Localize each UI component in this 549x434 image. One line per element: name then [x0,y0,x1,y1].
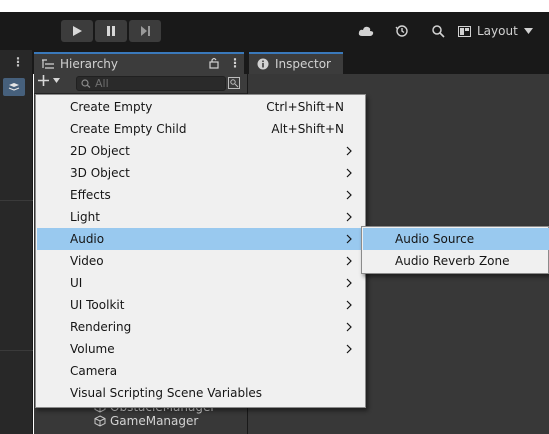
menu-item-3d-object[interactable]: 3D Object [37,162,364,184]
menu-item-label: UI [70,276,83,290]
history-icon [395,25,408,37]
scene-tools-button[interactable] [3,78,25,96]
menu-item-audio-source[interactable]: Audio Source [363,228,549,250]
menu-item-label: Volume [70,342,115,356]
playmode-controls [61,20,161,42]
list-item[interactable]: GameManager [94,414,198,428]
chevron-right-icon [346,344,352,354]
layout-dropdown[interactable]: Layout [458,21,533,41]
search-icon [81,79,91,88]
menu-item-2d-object[interactable]: 2D Object [37,140,364,162]
menu-item-label: UI Toolkit [70,298,125,312]
chevron-right-icon [346,146,352,156]
pause-icon [107,26,115,36]
hierarchy-toolbar: All [34,74,247,94]
filter-icon [228,77,240,89]
tab-inspector[interactable]: Inspector [249,52,343,74]
menu-item-camera[interactable]: Camera [37,360,364,382]
menu-item-label: 2D Object [70,144,130,158]
menu-item-shortcut: Alt+Shift+N [271,122,344,136]
menu-item-create-empty-child[interactable]: Create Empty Child Alt+Shift+N [37,118,364,140]
menu-item-label: Video [70,254,104,268]
plus-icon [38,75,49,86]
play-icon [73,26,82,36]
menu-item-label: Audio Reverb Zone [395,254,510,268]
tab-hierarchy-label: Hierarchy [60,57,119,71]
menu-item-video[interactable]: Video [37,250,364,272]
menu-item-ui[interactable]: UI [37,272,364,294]
menu-item-light[interactable]: Light [37,206,364,228]
create-menu: Create Empty Ctrl+Shift+N Create Empty Ch… [35,94,366,408]
more-icon[interactable]: ⋮ [12,55,24,69]
menu-item-effects[interactable]: Effects [37,184,364,206]
grid-line [0,350,33,351]
menu-item-audio[interactable]: Audio [37,228,364,250]
hierarchy-tab-tools: ⋮ [209,56,241,70]
cloud-icon [358,26,374,36]
audio-submenu: Audio Source Audio Reverb Zone [361,226,549,274]
layout-icon [458,25,471,37]
step-icon [141,26,150,36]
menu-item-label: Camera [70,364,118,378]
menu-item-label: 3D Object [70,166,130,180]
search-button[interactable] [428,21,448,41]
search-input[interactable]: All [76,76,226,91]
chevron-right-icon [346,234,352,244]
history-button[interactable] [392,21,412,41]
chevron-right-icon [346,190,352,200]
menu-item-label: Audio [70,232,105,246]
lock-icon[interactable] [209,57,219,69]
layout-label: Layout [477,24,518,38]
chevron-right-icon [346,256,352,266]
menu-item-label: Rendering [70,320,132,334]
menu-item-rendering[interactable]: Rendering [37,316,364,338]
search-options-button[interactable] [227,76,241,90]
menu-item-shortcut: Ctrl+Shift+N [266,100,344,114]
menu-item-create-empty[interactable]: Create Empty Ctrl+Shift+N [37,96,364,118]
pause-button[interactable] [95,20,127,42]
chevron-right-icon [346,300,352,310]
cube-icon [94,415,106,427]
menu-item-visual-scripting-scene-variables[interactable]: Visual Scripting Scene Variables [37,382,364,404]
list-item-label: GameManager [110,414,199,428]
info-icon [257,58,269,70]
cloud-button[interactable] [356,21,376,41]
menu-item-label: Audio Source [395,232,475,246]
menu-item-ui-toolkit[interactable]: UI Toolkit [37,294,364,316]
search-icon [432,25,445,38]
chevron-right-icon [346,212,352,222]
play-button[interactable] [61,20,93,42]
grid-line [0,200,33,201]
main-toolbar: Layout [0,12,549,50]
chevron-right-icon [346,322,352,332]
chevron-right-icon [346,168,352,178]
hierarchy-icon [42,59,54,69]
step-button[interactable] [129,20,161,42]
menu-item-label: Effects [70,188,111,202]
add-button[interactable] [38,75,60,86]
menu-item-volume[interactable]: Volume [37,338,364,360]
menu-item-label: Light [70,210,100,224]
layers-icon [8,83,20,91]
more-icon[interactable]: ⋮ [229,56,241,70]
menu-item-label: Visual Scripting Scene Variables [70,386,263,400]
menu-item-label: Create Empty [70,100,153,114]
search-placeholder: All [95,77,109,90]
tab-inspector-label: Inspector [275,57,331,71]
scene-view-strip: ⋮ [0,50,33,434]
chevron-right-icon [346,278,352,288]
chevron-down-icon [53,78,60,83]
menu-item-label: Create Empty Child [70,122,187,136]
chevron-down-icon [523,28,533,34]
menu-item-audio-reverb-zone[interactable]: Audio Reverb Zone [363,250,549,272]
